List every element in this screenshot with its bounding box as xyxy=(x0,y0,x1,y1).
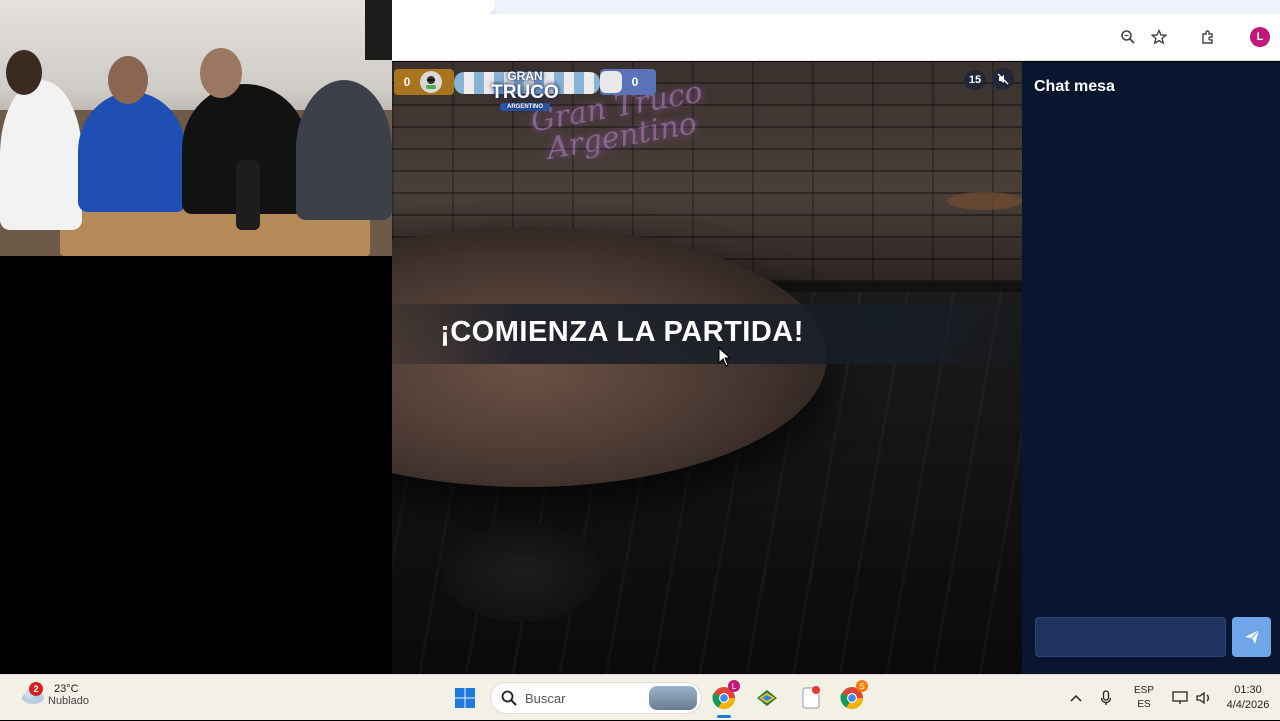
chat-panel: Chat mesa xyxy=(1022,62,1280,674)
logo-line-2: TRUCO xyxy=(491,82,559,103)
logo-line-3: ARGENTINO xyxy=(500,103,550,111)
volume-icon[interactable] xyxy=(1194,675,1214,721)
game-table xyxy=(392,62,1022,674)
chat-title: Chat mesa xyxy=(1034,78,1115,95)
search-highlight-image xyxy=(649,686,697,710)
search-icon xyxy=(501,690,517,706)
network-icon[interactable] xyxy=(1170,675,1190,721)
language-indicator[interactable]: ESP ES xyxy=(1128,675,1160,721)
bookmark-star-icon[interactable] xyxy=(1144,22,1174,52)
game-area[interactable]: Gran Truco Argentino 0 GRAN TRUCO ARGENT… xyxy=(392,62,1022,674)
chrome-app-icon-2[interactable]: S xyxy=(836,680,868,714)
chrome-profile-badge-1: L xyxy=(728,680,740,692)
weather-notification-badge: 2 xyxy=(29,682,43,696)
language-line-2: ES xyxy=(1137,699,1151,710)
browser-tab-strip xyxy=(392,0,1280,14)
score-left-value: 0 xyxy=(403,75,411,89)
chevron-up-icon[interactable] xyxy=(1066,675,1086,721)
browser-tab-strip-space xyxy=(494,0,1280,14)
score-team-right: 0 xyxy=(600,69,656,95)
mute-sound-icon[interactable] xyxy=(992,68,1014,90)
microphone-icon[interactable] xyxy=(1096,675,1116,721)
webcam-person-4 xyxy=(296,80,392,220)
gran-truco-logo: GRAN TRUCO ARGENTINO xyxy=(488,70,562,116)
clock-time: 01:30 xyxy=(1234,684,1262,696)
browser-toolbar: L xyxy=(392,14,1280,61)
webcam-person-1-head xyxy=(6,50,42,95)
round-counter: 15 xyxy=(964,70,986,90)
webcam-person-1 xyxy=(0,80,82,230)
webcam-bottle xyxy=(236,160,260,230)
chrome-app-icon[interactable]: L xyxy=(708,680,740,718)
table-base xyxy=(442,522,602,622)
webcam-person-2 xyxy=(78,92,186,212)
send-icon xyxy=(1244,629,1259,644)
windows-taskbar: 23°C Nublado 2 Buscar L S ESP ES 01:30 4… xyxy=(0,674,1280,720)
chrome-profile-badge-2: S xyxy=(856,680,868,692)
active-app-indicator xyxy=(717,715,731,718)
profile-button[interactable]: L xyxy=(1245,22,1275,52)
zoom-icon[interactable] xyxy=(1113,22,1143,52)
windows-start-icon[interactable] xyxy=(449,682,481,714)
taskbar-search[interactable]: Buscar xyxy=(490,682,702,714)
start-banner-text: ¡COMIENZA LA PARTIDA! xyxy=(440,316,804,348)
weather-temperature: 23°C xyxy=(54,683,79,695)
webcam-person-2-head xyxy=(108,56,148,104)
clock[interactable]: 01:30 4/4/2026 xyxy=(1220,675,1276,721)
webcam-door-frame xyxy=(365,0,392,60)
browser-tab-active[interactable] xyxy=(392,0,494,14)
search-placeholder: Buscar xyxy=(525,690,566,706)
chat-input[interactable] xyxy=(1035,617,1226,657)
profile-avatar: L xyxy=(1250,27,1270,47)
webcam-person-3-head xyxy=(200,48,242,98)
weather-condition: Nublado xyxy=(48,695,89,707)
bluestacks-app-icon[interactable] xyxy=(751,682,783,714)
chat-send-button[interactable] xyxy=(1232,617,1271,657)
clock-date: 4/4/2026 xyxy=(1226,699,1270,711)
webcam-overlay xyxy=(0,0,392,256)
player-avatar-icon xyxy=(420,71,442,93)
score-team-left: 0 xyxy=(394,69,454,95)
language-line-1: ESP xyxy=(1133,685,1154,696)
file-app-icon[interactable] xyxy=(795,682,827,714)
empty-player-icon xyxy=(600,71,622,93)
score-right-value: 0 xyxy=(631,75,639,89)
mouse-cursor-icon xyxy=(718,346,732,372)
extensions-icon[interactable] xyxy=(1193,22,1223,52)
